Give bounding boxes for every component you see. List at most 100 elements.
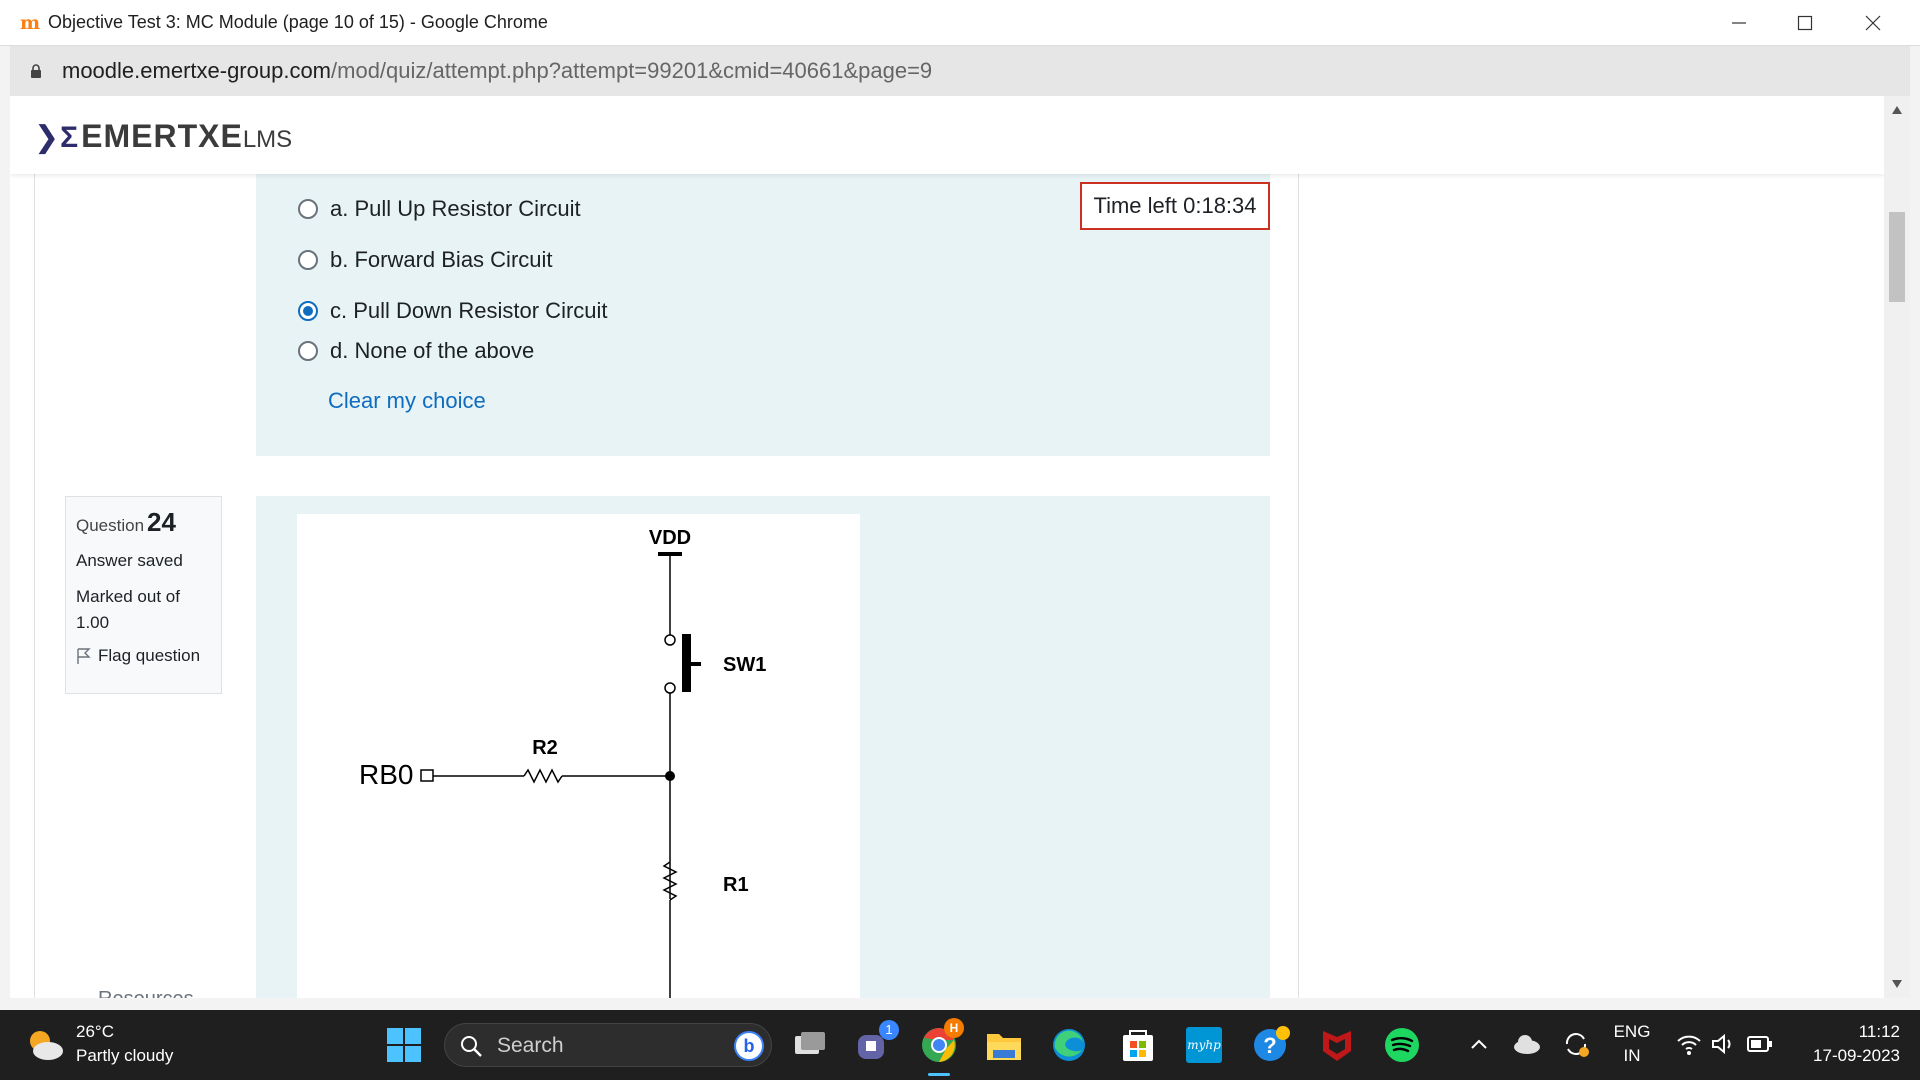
moodle-icon: m bbox=[20, 12, 41, 34]
mcafee-button[interactable] bbox=[1316, 1024, 1358, 1066]
radio-option-b[interactable] bbox=[298, 250, 318, 270]
url-path: /mod/quiz/attempt.php?attempt=99201&cmid… bbox=[331, 58, 933, 83]
clock-time[interactable]: 11:12 bbox=[1820, 1022, 1900, 1042]
window-title: Objective Test 3: MC Module (page 10 of … bbox=[48, 12, 548, 32]
page-viewport: a. Pull Up Resistor Circuit b. Forward B… bbox=[10, 96, 1884, 998]
rb0-label: RB0 bbox=[359, 759, 413, 790]
svg-text:b: b bbox=[744, 1036, 755, 1056]
vdd-label: VDD bbox=[649, 527, 691, 549]
url-host: moodle.emertxe-group.com bbox=[62, 58, 332, 83]
site-logo[interactable]: ❯Σ EMERTXE LMS bbox=[34, 118, 292, 155]
scrollbar-thumb[interactable] bbox=[1889, 212, 1905, 302]
close-window-button[interactable] bbox=[1840, 0, 1906, 46]
switch-contact-bottom bbox=[664, 682, 676, 694]
myhp-label: myhp bbox=[1187, 1038, 1221, 1052]
edge-button[interactable] bbox=[1048, 1024, 1090, 1066]
search-label: Search bbox=[497, 1034, 564, 1057]
windows-taskbar: 26°C Partly cloudy Search b 1 H myhp ? E… bbox=[0, 1010, 1920, 1080]
question-info-box: Question 24 Answer saved Marked out of 1.… bbox=[65, 496, 222, 694]
option-d-label: d. None of the above bbox=[330, 338, 535, 363]
wifi-icon[interactable] bbox=[1676, 1032, 1702, 1056]
flag-icon bbox=[77, 648, 91, 664]
radio-option-a[interactable] bbox=[298, 199, 318, 219]
get-help-button[interactable]: ? bbox=[1251, 1024, 1293, 1066]
minimize-icon bbox=[1732, 22, 1746, 24]
chevron-up-icon[interactable] bbox=[1470, 1038, 1488, 1050]
chrome-taskbar-button[interactable]: H bbox=[918, 1018, 964, 1076]
r1-label: R1 bbox=[723, 874, 749, 896]
option-a[interactable]: a. Pull Up Resistor Circuit bbox=[298, 196, 581, 222]
chrome-profile-badge: H bbox=[944, 1018, 964, 1038]
folder-icon bbox=[987, 1034, 1021, 1060]
taskbar-search-box[interactable]: Search b bbox=[444, 1023, 772, 1067]
start-button[interactable] bbox=[383, 1024, 425, 1066]
switch-contact-top bbox=[664, 634, 676, 646]
scroll-down-arrow-icon[interactable] bbox=[1892, 980, 1902, 988]
marks-text: Marked out of 1.00 bbox=[76, 587, 180, 632]
clock-date[interactable]: 17-09-2023 bbox=[1780, 1046, 1900, 1066]
myhp-button[interactable]: myhp bbox=[1183, 1024, 1225, 1066]
maximize-button[interactable] bbox=[1772, 0, 1838, 46]
task-view-icon bbox=[795, 1032, 825, 1054]
left-divider bbox=[34, 174, 35, 998]
maximize-icon bbox=[1797, 15, 1813, 31]
partly-cloudy-icon[interactable] bbox=[24, 1026, 66, 1064]
minimize-button[interactable] bbox=[1706, 0, 1772, 46]
logo-suffix: LMS bbox=[242, 126, 293, 153]
scroll-up-arrow-icon[interactable] bbox=[1892, 106, 1902, 114]
help-icon: ? bbox=[1254, 1026, 1290, 1061]
svg-text:?: ? bbox=[1263, 1033, 1276, 1058]
windows-logo-icon bbox=[387, 1028, 421, 1062]
close-icon bbox=[1865, 15, 1881, 31]
question-number-value: 24 bbox=[147, 507, 176, 537]
resources-link[interactable]: Resources bbox=[98, 988, 194, 998]
url-text[interactable]: moodle.emertxe-group.com/mod/quiz/attemp… bbox=[62, 58, 932, 84]
flag-question-label: Flag question bbox=[98, 646, 201, 665]
spotify-button[interactable] bbox=[1381, 1024, 1423, 1066]
option-b[interactable]: b. Forward Bias Circuit bbox=[298, 247, 553, 273]
ms-store-button[interactable] bbox=[1117, 1024, 1159, 1066]
right-divider bbox=[1298, 174, 1299, 998]
current-question-panel: VDD SW1 RB0 R2 R1 bbox=[256, 496, 1270, 998]
volume-icon[interactable] bbox=[1710, 1032, 1736, 1056]
language-indicator-bottom[interactable]: IN bbox=[1612, 1046, 1652, 1066]
browser-title-bar: m Objective Test 3: MC Module (page 10 o… bbox=[0, 0, 1920, 46]
rb0-pin bbox=[420, 769, 434, 782]
battery-icon[interactable] bbox=[1746, 1034, 1774, 1054]
weather-temperature[interactable]: 26°C bbox=[76, 1022, 114, 1042]
active-app-indicator bbox=[928, 1073, 950, 1076]
radio-option-d[interactable] bbox=[298, 341, 318, 361]
answer-status: Answer saved bbox=[76, 551, 183, 570]
option-a-label: a. Pull Up Resistor Circuit bbox=[330, 196, 581, 221]
question-label: Question bbox=[76, 516, 145, 535]
question-number: Question 24 bbox=[76, 507, 211, 538]
emertxe-logo-icon: ❯Σ bbox=[34, 121, 80, 154]
option-d[interactable]: d. None of the above bbox=[298, 338, 534, 364]
store-icon bbox=[1123, 1030, 1153, 1061]
bing-icon[interactable]: b bbox=[733, 1030, 765, 1062]
language-indicator-top[interactable]: ENG bbox=[1612, 1022, 1652, 1042]
circuit-diagram: VDD SW1 RB0 R2 R1 bbox=[297, 514, 860, 998]
switch-plunger bbox=[682, 634, 691, 692]
task-view-button[interactable] bbox=[788, 1024, 830, 1066]
flag-question-link[interactable]: Flag question bbox=[76, 646, 211, 666]
onedrive-cloud-icon[interactable] bbox=[1512, 1032, 1542, 1056]
sync-icon[interactable] bbox=[1562, 1030, 1590, 1058]
search-icon bbox=[461, 1036, 482, 1057]
clear-choice-link[interactable]: Clear my choice bbox=[328, 388, 486, 414]
address-bar[interactable]: moodle.emertxe-group.com/mod/quiz/attemp… bbox=[10, 46, 1910, 96]
teams-chat-button[interactable]: 1 bbox=[853, 1020, 899, 1066]
circuit-svg: VDD SW1 RB0 R2 R1 bbox=[359, 527, 766, 998]
weather-description[interactable]: Partly cloudy bbox=[76, 1046, 173, 1066]
teams-badge: 1 bbox=[879, 1020, 899, 1040]
quiz-timer: Time left 0:18:34 bbox=[1080, 182, 1270, 230]
r2-label: R2 bbox=[532, 737, 558, 759]
radio-option-c[interactable] bbox=[298, 301, 318, 321]
myhp-icon: myhp bbox=[1186, 1027, 1222, 1063]
lock-icon[interactable] bbox=[30, 64, 42, 78]
option-c[interactable]: c. Pull Down Resistor Circuit bbox=[298, 298, 608, 324]
option-c-label: c. Pull Down Resistor Circuit bbox=[330, 298, 608, 323]
page-scrollbar[interactable] bbox=[1884, 96, 1910, 998]
file-explorer-button[interactable] bbox=[983, 1024, 1025, 1066]
r2-resistor bbox=[523, 768, 563, 784]
